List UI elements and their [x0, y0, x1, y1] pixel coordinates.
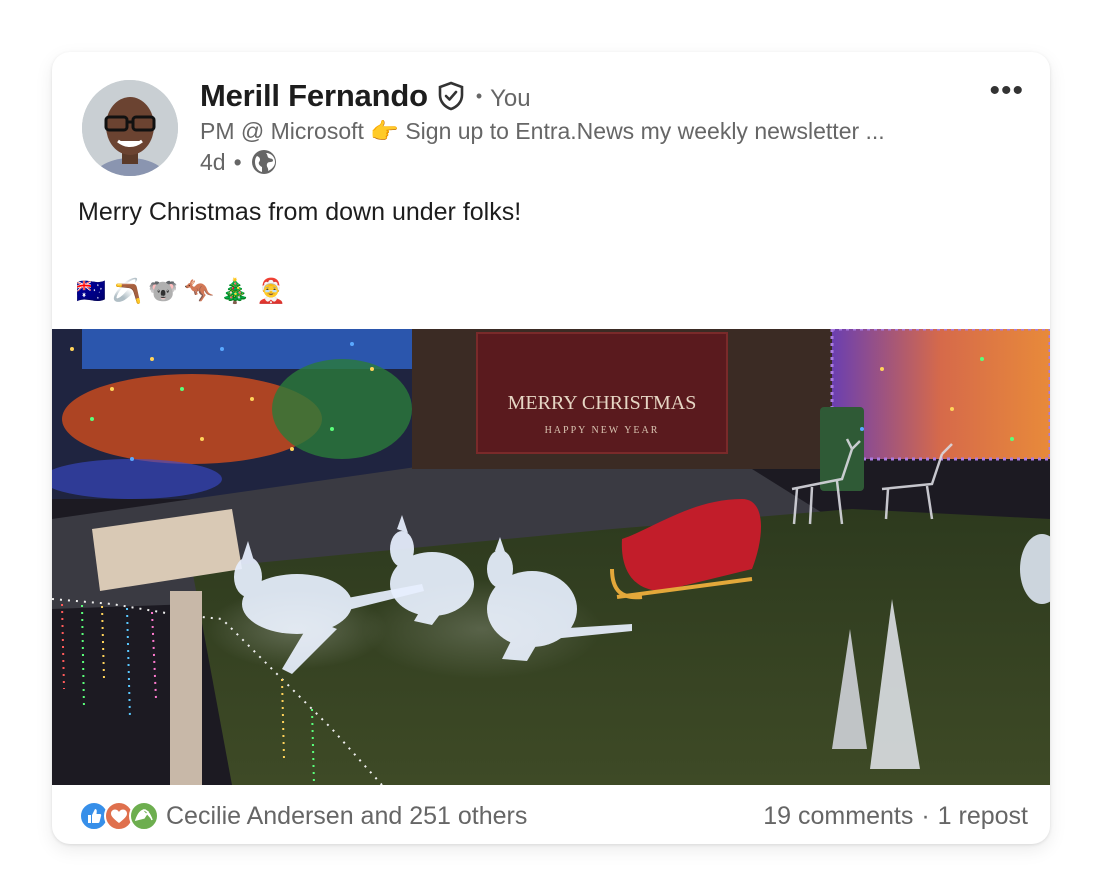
separator-dot: •: [475, 85, 483, 106]
post-age[interactable]: 4d: [200, 149, 226, 176]
emoji-row: 🇦🇺 🪃 🐨 🦘 🎄 🤶: [76, 277, 286, 305]
mrs-claus-emoji: 🤶: [256, 277, 286, 305]
comments-count[interactable]: 19 comments: [763, 802, 913, 831]
koala-emoji: 🐨: [148, 277, 178, 305]
like-icon: [79, 801, 109, 831]
author-name[interactable]: Merill Fernando: [200, 78, 428, 114]
relation-label: You: [490, 85, 531, 112]
post-footer: Cecilie Andersen and 251 others 19 comme…: [52, 785, 1050, 844]
author-name-row: Merill Fernando • You: [200, 78, 531, 114]
engagement-counts: 19 comments · 1 repost: [763, 802, 1028, 831]
post-meta: 4d •: [200, 148, 278, 176]
boomerang-emoji: 🪃: [112, 277, 142, 305]
banner-text-line1: MERRY CHRISTMAS: [508, 392, 697, 414]
globe-icon: [250, 148, 278, 176]
christmas-tree-emoji: 🎄: [220, 277, 250, 305]
reaction-icons[interactable]: [78, 800, 160, 832]
banner-text-line2: HAPPY NEW YEAR: [545, 425, 660, 436]
author-headline: PM @ Microsoft 👉 Sign up to Entra.News m…: [200, 118, 885, 144]
australia-flag-emoji: 🇦🇺: [76, 277, 106, 305]
christmas-lights-photo: MERRY CHRISTMAS HAPPY NEW YEAR: [52, 329, 1050, 785]
separator-dot: •: [233, 148, 242, 175]
love-icon: [104, 801, 134, 831]
more-options-button[interactable]: •••: [989, 74, 1024, 108]
author-avatar[interactable]: [82, 80, 178, 176]
post-photo[interactable]: MERRY CHRISTMAS HAPPY NEW YEAR: [52, 329, 1050, 785]
support-icon: [129, 801, 159, 831]
post-text: Merry Christmas from down under folks!: [78, 198, 522, 226]
kangaroo-emoji: 🦘: [184, 277, 214, 305]
reactions-summary[interactable]: Cecilie Andersen and 251 others: [166, 802, 527, 831]
separator-dot: ·: [921, 802, 930, 830]
reposts-count[interactable]: 1 repost: [938, 802, 1028, 831]
verified-shield-icon: [436, 81, 466, 111]
avatar-image: [82, 80, 178, 176]
post-card: Merill Fernando • You PM @ Microsoft 👉 S…: [52, 52, 1050, 844]
